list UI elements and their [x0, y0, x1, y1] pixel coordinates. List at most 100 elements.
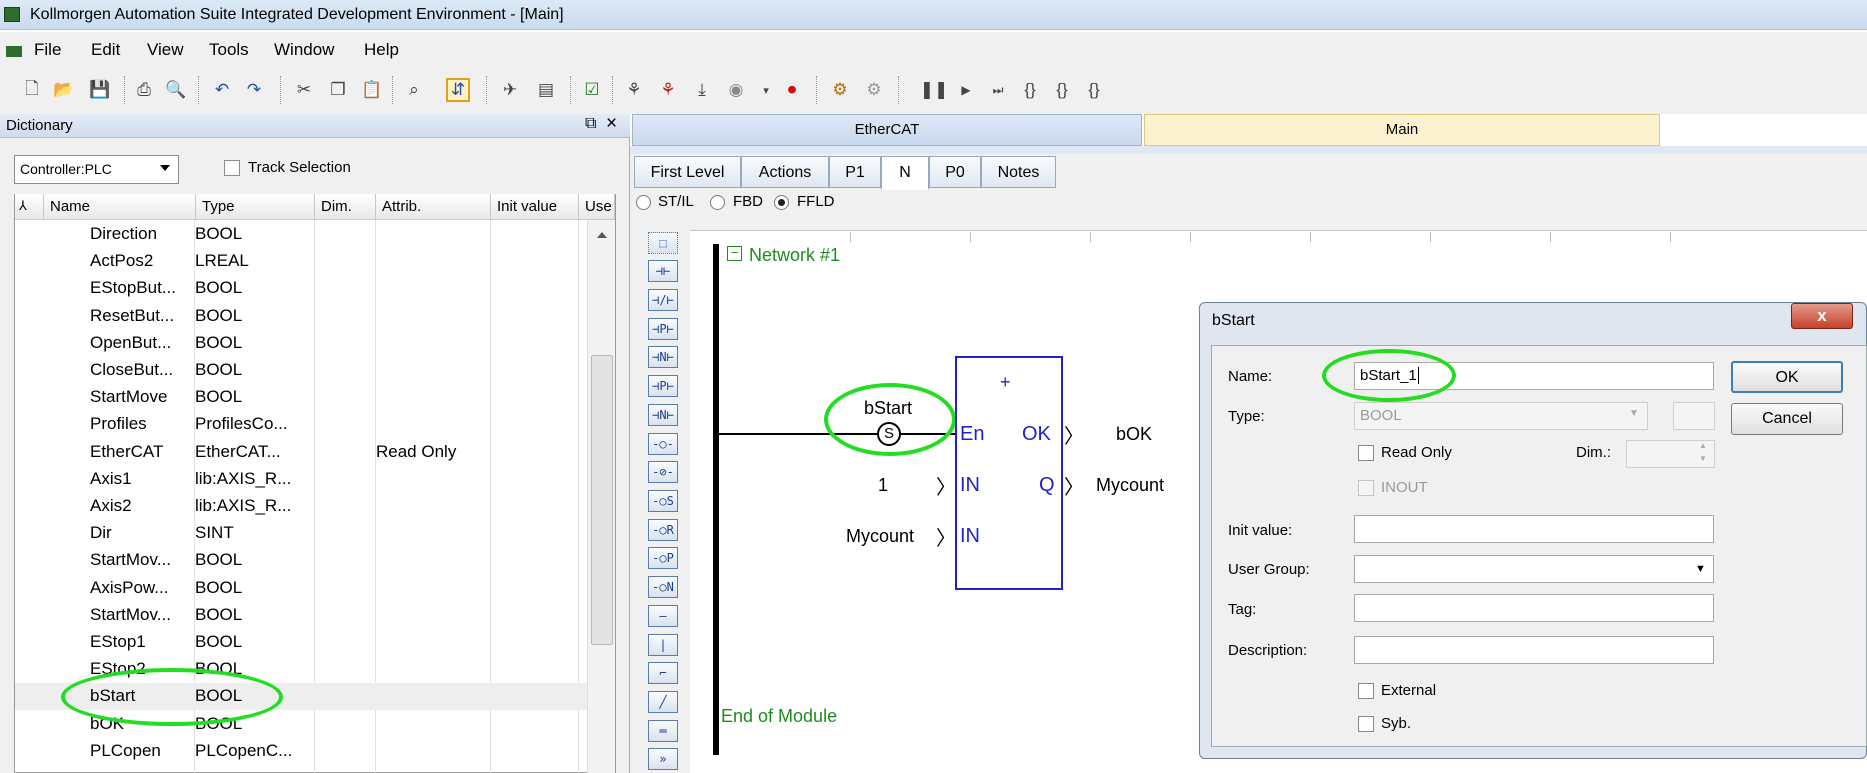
palette-p-coil-icon[interactable]: -○P [648, 547, 678, 569]
palette-nc2-contact-icon[interactable]: ⊣N⊢ [648, 404, 678, 426]
menu-window[interactable]: Window [274, 40, 334, 60]
run-circle-icon[interactable]: ◉ [724, 78, 748, 102]
simulate-icon[interactable]: ⚙ [828, 78, 852, 102]
palette-reset-coil-icon[interactable]: -○R [648, 519, 678, 541]
table-row[interactable]: StartMov... BOOL [15, 602, 587, 629]
tab-first-level[interactable]: First Level [634, 156, 741, 188]
table-row[interactable]: ResetBut... BOOL [15, 303, 587, 330]
radio-ffld[interactable] [774, 195, 789, 210]
table-row[interactable]: Direction BOOL [15, 221, 587, 248]
download-icon[interactable]: ⤓ [690, 78, 714, 102]
open-folder-icon[interactable]: 📂 [52, 78, 76, 102]
column-header-type[interactable]: Type [196, 194, 315, 220]
palette-pc-contact-icon[interactable]: ⊣P⊢ [648, 375, 678, 397]
radio-fbd[interactable] [710, 195, 725, 210]
doc-tab-ethercat[interactable]: EtherCAT [632, 114, 1142, 146]
print-icon[interactable]: ⎙ [132, 78, 156, 102]
table-row[interactable]: CloseBut... BOOL [15, 357, 587, 384]
column-header-use[interactable]: Use [579, 194, 615, 220]
constant-input[interactable]: 1 [878, 475, 888, 496]
cut-icon[interactable]: ✂ [292, 78, 316, 102]
save-icon[interactable]: 💾 [88, 78, 112, 102]
palette-jump-icon[interactable]: » [648, 748, 678, 770]
table-row[interactable]: EStopBut... BOOL [15, 275, 587, 302]
palette-coil-icon[interactable]: -○- [648, 433, 678, 455]
column-header-init-value[interactable]: Init value [491, 194, 579, 220]
paste-icon[interactable]: 📋 [360, 78, 384, 102]
palette-n-coil-icon[interactable]: -○N [648, 576, 678, 598]
palette-hline-icon[interactable]: — [648, 605, 678, 627]
tab-p1[interactable]: P1 [829, 156, 881, 188]
close-panel-icon[interactable]: × [606, 113, 617, 135]
tab-actions[interactable]: Actions [741, 156, 829, 188]
ok-button[interactable]: OK [1731, 361, 1843, 393]
output-ok-variable[interactable]: bOK [1116, 424, 1152, 445]
palette-diag-icon[interactable]: ╱ [648, 691, 678, 713]
tag-input[interactable] [1354, 594, 1714, 622]
palette-corner-icon[interactable]: ⌐ [648, 662, 678, 684]
table-row[interactable]: StartMov... BOOL [15, 547, 587, 574]
variable-input[interactable]: Mycount [846, 526, 914, 547]
step-over-icon[interactable]: {} [1050, 78, 1074, 102]
table-row[interactable]: EStop1 BOOL [15, 629, 587, 656]
cancel-button[interactable]: Cancel [1731, 403, 1843, 435]
new-file-icon[interactable]: 🗋 [20, 78, 44, 102]
radio-st-il[interactable] [636, 195, 651, 210]
palette-nc-coil-icon[interactable]: -⊘- [648, 461, 678, 483]
table-row[interactable]: OpenBut... BOOL [15, 330, 587, 357]
stop-record-icon[interactable]: ⏺ [780, 78, 804, 102]
syb-checkbox[interactable] [1358, 716, 1374, 732]
pause-icon[interactable]: ❚❚ [920, 78, 949, 102]
controller-select[interactable]: Controller:PLC [14, 155, 179, 184]
column-header-attrib[interactable]: Attrib. [376, 194, 491, 220]
menu-file[interactable]: File [34, 40, 61, 60]
print-preview-icon[interactable]: 🔍 [164, 78, 188, 102]
find-binoculars-icon[interactable]: ⌕ [402, 78, 426, 102]
step-into-icon[interactable]: {} [1018, 78, 1042, 102]
step-out-icon[interactable]: {} [1082, 78, 1106, 102]
tab-n[interactable]: N [881, 156, 929, 190]
menu-help[interactable]: Help [364, 40, 399, 60]
window-icon[interactable]: ▤ [534, 78, 558, 102]
description-input[interactable] [1354, 636, 1714, 664]
play-icon[interactable]: ▶ [954, 78, 978, 102]
table-row[interactable]: AxisPow... BOOL [15, 575, 587, 602]
check-program-icon[interactable]: ☑ [580, 78, 604, 102]
toggle-dictionary-icon[interactable]: ⇵ [446, 78, 470, 102]
user-group-select[interactable]: ▼ [1354, 555, 1714, 583]
table-row[interactable]: StartMove BOOL [15, 384, 587, 411]
table-row[interactable]: Axis2 lib:AXIS_R... [15, 493, 587, 520]
undo-icon[interactable]: ↶ [210, 78, 234, 102]
table-row[interactable]: PLCopen PLCopenC... [15, 738, 587, 765]
menu-app-icon[interactable] [6, 46, 22, 57]
table-row[interactable]: Dir SINT [15, 520, 587, 547]
init-value-input[interactable] [1354, 515, 1714, 543]
table-row[interactable]: Profiles ProfilesCo... [15, 411, 587, 438]
tools-icon[interactable]: ✈ [498, 78, 522, 102]
collapse-network-icon[interactable]: − [727, 246, 742, 261]
dialog-close-button[interactable]: x [1791, 303, 1853, 329]
palette-select-icon[interactable]: ⬚ [648, 232, 678, 254]
column-header-dim[interactable]: Dim. [315, 194, 376, 220]
scroll-up-icon[interactable] [597, 232, 607, 238]
grid-scrollbar[interactable] [587, 220, 615, 773]
column-header-name[interactable]: Name [44, 194, 196, 220]
read-only-checkbox[interactable] [1358, 445, 1374, 461]
tab-p0[interactable]: P0 [929, 156, 981, 188]
external-checkbox[interactable] [1358, 683, 1374, 699]
float-panel-icon[interactable]: ⧉ [585, 115, 596, 133]
tab-notes[interactable]: Notes [981, 156, 1056, 188]
scroll-thumb[interactable] [591, 355, 613, 645]
menu-view[interactable]: View [147, 40, 184, 60]
run-dropdown-icon[interactable]: ▾ [754, 78, 778, 102]
simulate-stop-icon[interactable]: ⚙ [862, 78, 886, 102]
redo-icon[interactable]: ↷ [242, 78, 266, 102]
table-row[interactable]: ActPos2 LREAL [15, 248, 587, 275]
palette-p-contact-icon[interactable]: ⊣P⊢ [648, 318, 678, 340]
palette-double-line-icon[interactable]: ═ [648, 720, 678, 742]
palette-n-contact-icon[interactable]: ⊣N⊢ [648, 346, 678, 368]
palette-contact-icon[interactable]: ⊣⊢ [648, 260, 678, 282]
output-q-variable[interactable]: Mycount [1096, 475, 1164, 496]
table-row[interactable]: EtherCAT EtherCAT... Read Only [15, 439, 587, 466]
menu-tools[interactable]: Tools [209, 40, 249, 60]
